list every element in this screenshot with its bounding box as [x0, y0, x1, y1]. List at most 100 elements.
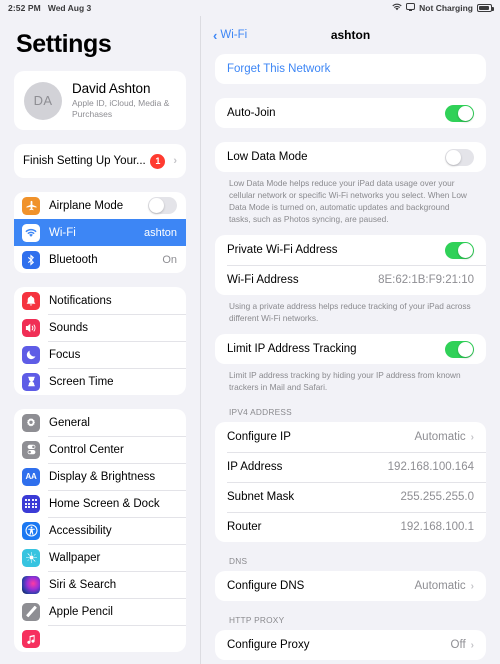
sidebar-item-label: Wallpaper [49, 551, 101, 564]
chevron-left-icon: ‹ [213, 27, 218, 43]
configure-ip-row[interactable]: Configure IP Automatic › [215, 422, 486, 452]
limit-ip-tracking-toggle[interactable] [445, 340, 474, 358]
home-screen-icon [22, 494, 40, 513]
sidebar-item-apple-pencil[interactable]: Apple Pencil [14, 598, 186, 625]
configure-proxy-row[interactable]: Configure Proxy Off › [215, 630, 486, 660]
low-data-mode-row[interactable]: Low Data Mode [215, 142, 486, 172]
low-data-mode-toggle[interactable] [445, 148, 474, 166]
private-address-row[interactable]: Private Wi-Fi Address [215, 235, 486, 265]
limit-ip-tracking-footnote: Limit IP address tracking by hiding your… [229, 370, 461, 393]
status-time: 2:52 PM [8, 3, 41, 13]
settings-sidebar[interactable]: Settings DA David Ashton Apple ID, iClou… [0, 16, 200, 664]
auto-join-label: Auto-Join [227, 107, 276, 119]
chevron-right-icon: › [470, 639, 474, 651]
subnet-mask-row: Subnet Mask 255.255.255.0 [215, 482, 486, 512]
gear-icon [22, 413, 40, 432]
wifi-icon [22, 223, 40, 242]
detail-navbar: ‹ Wi-Fi ashton [201, 16, 500, 54]
configure-proxy-value: Off [450, 639, 466, 652]
wifi-address-label: Wi-Fi Address [227, 274, 299, 287]
sidebar-item-wallpaper[interactable]: Wallpaper [14, 544, 186, 571]
sidebar-item-wifi[interactable]: Wi-Fi ashton [14, 219, 186, 247]
sidebar-item-label: Airplane Mode [49, 199, 124, 212]
configure-proxy-label: Configure Proxy [227, 639, 310, 652]
account-text: David Ashton Apple ID, iCloud, Media & P… [72, 81, 176, 120]
wifi-icon [392, 3, 402, 13]
ipv4-section-header: IPV4 ADDRESS [229, 407, 292, 418]
sidebar-item-label: Display & Brightness [49, 470, 156, 483]
sidebar-item-label: Accessibility [49, 524, 112, 537]
sidebar-item-label: Sounds [49, 321, 89, 334]
sidebar-item-airplane-mode[interactable]: Airplane Mode [14, 192, 186, 219]
accessibility-icon [22, 521, 40, 540]
sidebar-item-label: Notifications [49, 294, 112, 307]
back-button[interactable]: ‹ Wi-Fi [213, 28, 247, 43]
avatar: DA [24, 81, 62, 120]
configure-ip-value: Automatic [414, 431, 466, 444]
dns-card: Configure DNS Automatic › [215, 571, 486, 602]
sidebar-item-music[interactable] [14, 625, 186, 652]
hourglass-icon [22, 372, 40, 391]
private-address-label: Private Wi-Fi Address [227, 244, 338, 257]
chevron-right-icon: › [173, 155, 177, 168]
private-address-card: Private Wi-Fi Address Wi-Fi Address 8E:6… [215, 235, 486, 296]
http-proxy-card: Configure Proxy Off › [215, 630, 486, 661]
moon-icon [22, 345, 40, 364]
sidebar-item-accessibility[interactable]: Accessibility [14, 517, 186, 544]
configure-dns-row[interactable]: Configure DNS Automatic › [215, 571, 486, 601]
sidebar-item-label: Screen Time [49, 375, 114, 388]
http-proxy-section-header: HTTP PROXY [229, 615, 285, 626]
split-view: Settings DA David Ashton Apple ID, iClou… [0, 16, 500, 664]
page-title: Settings [16, 30, 112, 58]
subnet-mask-value: 255.255.255.0 [400, 491, 474, 504]
sidebar-item-home-screen-dock[interactable]: Home Screen & Dock [14, 490, 186, 517]
auto-join-row[interactable]: Auto-Join [215, 98, 486, 128]
sidebar-group-general: General Control Center AA Display & Brig… [14, 409, 186, 653]
account-name: David Ashton [72, 81, 151, 96]
airplane-mode-toggle[interactable] [148, 197, 177, 215]
configure-dns-label: Configure DNS [227, 580, 305, 593]
configure-ip-label: Configure IP [227, 431, 291, 444]
dns-section-header: DNS [229, 556, 248, 567]
auto-join-toggle[interactable] [445, 104, 474, 122]
ipad-settings-screen: 2:52 PM Wed Aug 3 Not Charging Settings … [0, 0, 500, 664]
airplane-icon [22, 196, 40, 215]
status-bar-left: 2:52 PM Wed Aug 3 [8, 3, 91, 13]
finish-setting-up-row[interactable]: Finish Setting Up Your... 1 › [14, 144, 186, 179]
forget-network-label: Forget This Network [227, 63, 331, 75]
sidebar-item-general[interactable]: General [14, 409, 186, 436]
low-data-mode-label: Low Data Mode [227, 151, 308, 163]
detail-scroll-area[interactable]: Forget This Network Auto-Join Low Data M… [201, 54, 500, 664]
router-label: Router [227, 521, 262, 534]
control-center-icon [22, 440, 40, 459]
ip-address-row: IP Address 192.168.100.164 [215, 452, 486, 482]
sidebar-item-focus[interactable]: Focus [14, 341, 186, 368]
battery-icon [477, 4, 494, 12]
sidebar-item-label: Focus [49, 348, 81, 361]
sidebar-item-bluetooth[interactable]: Bluetooth On [14, 246, 186, 273]
limit-ip-tracking-row[interactable]: Limit IP Address Tracking [215, 334, 486, 364]
account-subtitle: Apple ID, iCloud, Media & Purchases [72, 98, 170, 120]
speaker-icon [22, 318, 40, 337]
apple-id-account-row[interactable]: DA David Ashton Apple ID, iCloud, Media … [14, 71, 186, 131]
sidebar-item-display-brightness[interactable]: AA Display & Brightness [14, 463, 186, 490]
sidebar-item-sounds[interactable]: Sounds [14, 314, 186, 341]
sidebar-item-control-center[interactable]: Control Center [14, 436, 186, 463]
limit-ip-tracking-card: Limit IP Address Tracking [215, 334, 486, 365]
low-data-mode-card: Low Data Mode [215, 142, 486, 172]
sidebar-group-connectivity: Airplane Mode Wi-Fi ashton Bluetooth On [14, 192, 186, 274]
configure-dns-value: Automatic [414, 580, 466, 593]
sidebar-item-siri-search[interactable]: Siri & Search [14, 571, 186, 598]
private-address-toggle[interactable] [445, 241, 474, 259]
router-value: 192.168.100.1 [400, 521, 474, 534]
screen-mirror-icon [406, 3, 416, 13]
forget-network-button[interactable]: Forget This Network [215, 54, 486, 84]
sidebar-item-screen-time[interactable]: Screen Time [14, 368, 186, 395]
status-bar-right: Not Charging [392, 3, 494, 13]
status-badge: 1 [150, 153, 166, 169]
sidebar-item-label: Apple Pencil [49, 605, 113, 618]
sidebar-item-notifications[interactable]: Notifications [14, 287, 186, 314]
ip-address-label: IP Address [227, 461, 283, 474]
